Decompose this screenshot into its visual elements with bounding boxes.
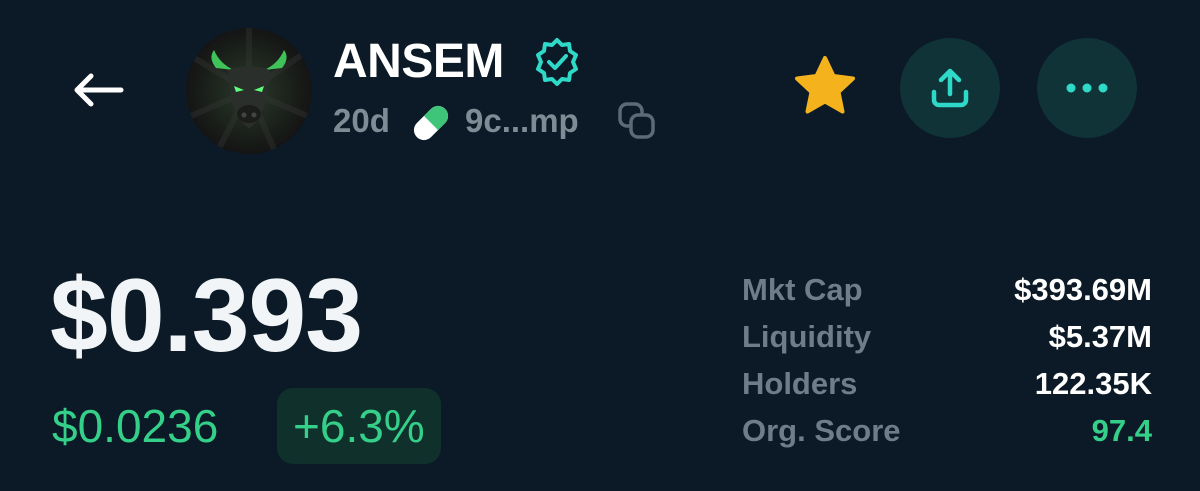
stat-label: Org. Score [742, 412, 901, 448]
stat-value: $5.37M [1048, 318, 1152, 354]
stat-label: Holders [742, 365, 858, 401]
token-name: ANSEM [333, 35, 504, 88]
stat-value: 122.35K [1034, 365, 1152, 401]
share-button[interactable] [900, 38, 1000, 138]
stat-row-liquidity: Liquidity $5.37M [742, 313, 1152, 360]
token-stats: Mkt Cap $393.69M Liquidity $5.37M Holder… [742, 266, 1152, 454]
price-change-absolute: $0.0236 [52, 400, 219, 452]
token-address: 9c...mp [465, 102, 579, 139]
stat-value: 97.4 [1091, 412, 1152, 448]
copy-address-button[interactable] [616, 100, 658, 142]
stat-row-holders: Holders 122.35K [742, 360, 1152, 407]
arrow-left-icon [74, 73, 124, 107]
price-change-percent-badge: +6.3% [277, 388, 441, 464]
more-options-button[interactable] [1037, 38, 1137, 138]
pill-icon [408, 100, 454, 146]
stat-label: Liquidity [742, 318, 872, 354]
stat-row-org-score: Org. Score 97.4 [742, 407, 1152, 454]
favorite-button[interactable] [790, 52, 860, 122]
stat-value: $393.69M [1014, 271, 1152, 307]
back-button[interactable] [62, 60, 132, 120]
share-upload-icon [931, 68, 969, 108]
verified-badge-icon [532, 37, 582, 87]
stat-row-mkt-cap: Mkt Cap $393.69M [742, 266, 1152, 313]
token-age: 20d [333, 102, 390, 139]
more-dots-icon [1066, 83, 1108, 93]
current-price: $0.393 [50, 258, 363, 374]
stat-label: Mkt Cap [742, 271, 863, 307]
copy-icon [618, 102, 655, 139]
token-avatar [186, 28, 312, 154]
star-icon [795, 56, 855, 114]
